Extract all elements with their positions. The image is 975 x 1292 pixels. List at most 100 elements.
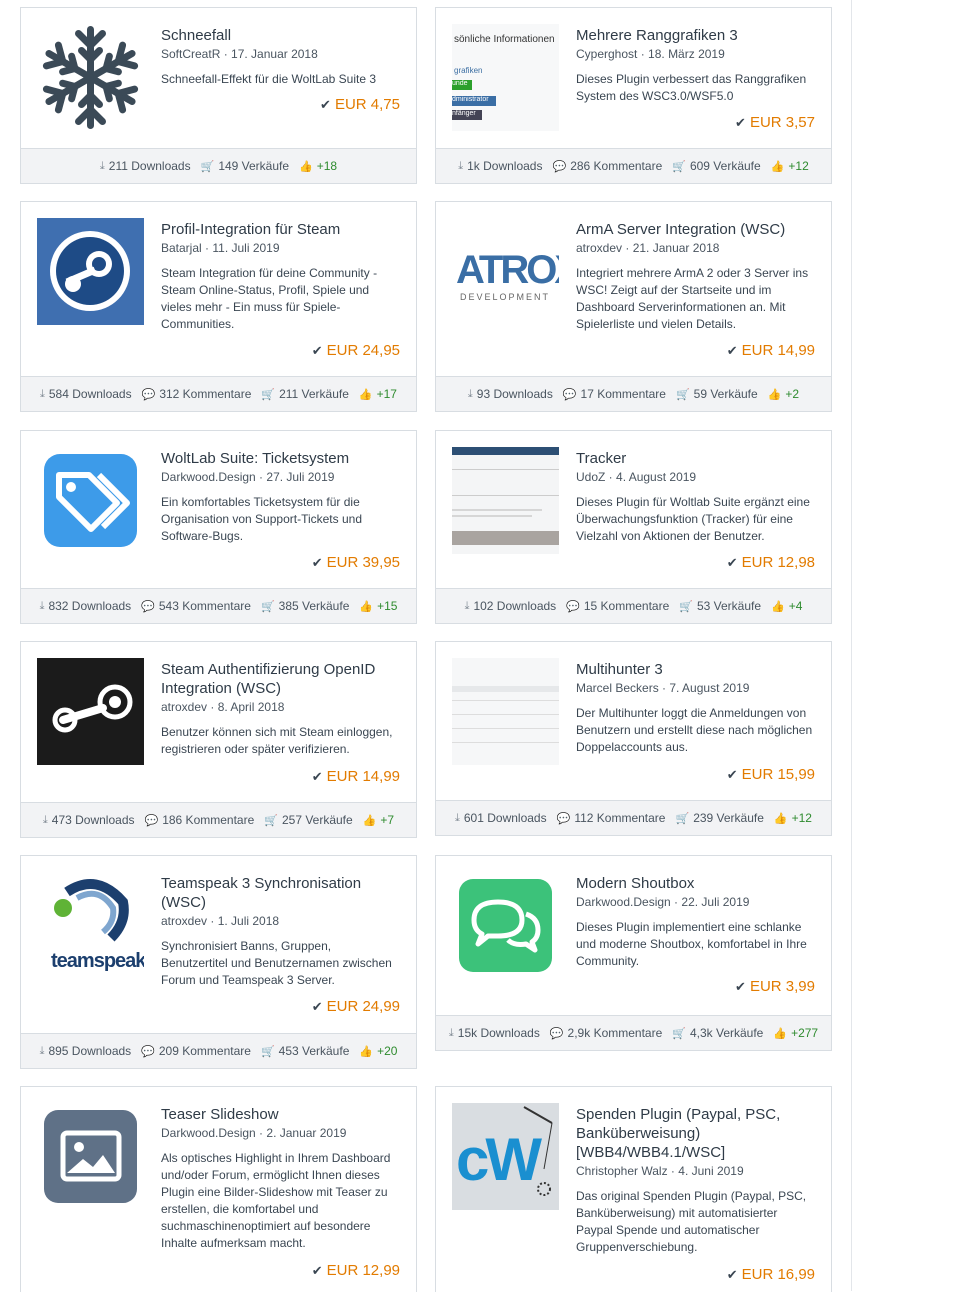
plugin-description: Integriert mehrere ArmA 2 oder 3 Server … (576, 266, 809, 331)
author-link[interactable]: Christopher Walz (576, 1164, 668, 1178)
chat-icon (452, 872, 559, 979)
date: 2. Januar 2019 (266, 1126, 347, 1140)
price: ✔ EUR 16,99 (726, 1266, 815, 1283)
price: ✔ EUR 3,99 (735, 978, 815, 995)
comments-icon: 💬 (144, 814, 159, 827)
plugin-title[interactable]: Steam Authentifizierung OpenID Integrati… (161, 660, 400, 698)
author-link[interactable]: Darkwood.Design (576, 895, 671, 909)
cw-logo: cW (452, 1103, 559, 1210)
date: 8. April 2018 (217, 700, 285, 714)
download-icon: ⤓ (40, 387, 45, 400)
card-footer: ⤓ 584 Downloads 💬 312 Kommentare 🛒 211 Verk… (21, 376, 416, 411)
comments-icon: 💬 (141, 600, 155, 613)
author-link[interactable]: Darkwood.Design (161, 1126, 256, 1140)
author-link[interactable]: Marcel Beckers (576, 681, 659, 695)
check-icon: ✔ (311, 1263, 323, 1278)
plugin-title[interactable]: Mehrere Ranggrafiken 3 (576, 26, 815, 45)
plugin-title[interactable]: WoltLab Suite: Ticketsystem (161, 449, 400, 468)
thumbs-up-icon: 👍 (359, 1045, 374, 1058)
card-footer: ⤓ 1k Downloads 💬 286 Kommentare 🛒 609 Verkä… (436, 148, 831, 183)
plugin-description: Das original Spenden Plugin (Paypal, PSC… (576, 1189, 807, 1254)
plugin-card[interactable]: cW Spenden Plugin (Paypal, PSC, Banküber… (435, 1086, 832, 1292)
plugin-title[interactable]: ArmA Server Integration (WSC) (576, 220, 815, 239)
plugin-title[interactable]: Spenden Plugin (Paypal, PSC, Banküberwei… (576, 1105, 815, 1162)
download-icon: ⤓ (458, 159, 464, 172)
plugin-title[interactable]: Tracker (576, 449, 815, 468)
plugin-card[interactable]: teamspeak Teamspeak 3 Synchronisation (W… (20, 855, 417, 1069)
plugin-card[interactable]: Schneefall SoftCreatR · 17. Januar 2018 … (20, 7, 417, 184)
author-link[interactable]: Cyperghost (576, 47, 637, 61)
tag-icon (37, 447, 144, 554)
check-icon: ✔ (311, 343, 323, 358)
check-icon: ✔ (726, 1267, 738, 1282)
download-icon: ⤓ (99, 159, 105, 172)
plugin-card[interactable]: WoltLab Suite: Ticketsystem Darkwood.Des… (20, 430, 417, 624)
thumbs-up-icon: 👍 (359, 600, 374, 613)
plugin-description: Ein komfortables Ticketsystem für die Or… (161, 495, 362, 543)
thumbs-up-icon: 👍 (773, 1027, 788, 1040)
thumbs-up-icon: 👍 (362, 814, 377, 827)
plugin-title[interactable]: Multihunter 3 (576, 660, 815, 679)
date: 11. Juli 2019 (212, 241, 280, 255)
check-icon: ✔ (320, 97, 331, 112)
card-footer: ⤓ 211 Downloads 🛒 149 Verkäufe 👍 +18 (21, 148, 416, 183)
plugin-description: Dieses Plugin für Woltlab Suite ergänzt … (576, 495, 810, 543)
multihunter-screenshot (452, 658, 559, 765)
check-icon: ✔ (311, 555, 323, 570)
cart-icon: 🛒 (679, 600, 693, 613)
plugin-title[interactable]: Schneefall (161, 26, 400, 45)
plugin-description: Steam Integration für deine Community - … (161, 266, 378, 331)
teamspeak-logo: teamspeak (37, 872, 144, 979)
date: 18. März 2019 (648, 47, 725, 61)
thumbs-up-icon: 👍 (771, 600, 785, 613)
author-link[interactable]: Batarjal (161, 241, 202, 255)
right-sidebar (851, 0, 975, 1291)
plugin-card[interactable]: Modern Shoutbox Darkwood.Design · 22. Ju… (435, 855, 832, 1051)
comments-icon: 💬 (552, 160, 567, 173)
price: ✔ EUR 15,99 (726, 766, 815, 783)
author-link[interactable]: atroxdev (576, 241, 622, 255)
download-icon: ⤓ (448, 1026, 454, 1039)
comments-icon: 💬 (566, 600, 580, 613)
price: ✔ EUR 39,95 (311, 554, 400, 571)
price: ✔ EUR 12,99 (311, 1262, 400, 1279)
steam-dark-logo (37, 658, 144, 765)
check-icon: ✔ (735, 979, 746, 994)
cart-icon: 🛒 (675, 388, 690, 401)
check-icon: ✔ (726, 555, 738, 570)
plugin-title[interactable]: Teamspeak 3 Synchronisation (WSC) (161, 874, 400, 912)
plugin-title[interactable]: Modern Shoutbox (576, 874, 815, 893)
snowflake-icon (37, 24, 144, 131)
price: ✔ EUR 14,99 (311, 768, 400, 785)
author-link[interactable]: atroxdev (161, 700, 207, 714)
plugin-title[interactable]: Profil-Integration für Steam (161, 220, 400, 239)
comments-icon: 💬 (556, 812, 571, 825)
thumbs-up-icon: 👍 (773, 812, 788, 825)
plugin-card[interactable]: Tracker UdoZ · 4. August 2019 Dieses Plu… (435, 430, 832, 624)
rank-screenshot: sönliche Informationen grafiken unde dmi… (452, 24, 559, 131)
image-icon (37, 1103, 144, 1210)
atrox-logo: ATROX DEVELOPMENT (452, 218, 559, 325)
author-link[interactable]: SoftCreatR (161, 47, 220, 61)
plugin-description: Synchronisiert Banns, Gruppen, Benutzert… (161, 939, 392, 987)
card-footer: ⤓ 832 Downloads 💬 543 Kommentare 🛒 385 Verk… (21, 588, 416, 623)
author-link[interactable]: atroxdev (161, 914, 207, 928)
date: 22. Juli 2019 (681, 895, 750, 909)
comments-icon: 💬 (141, 1045, 155, 1058)
plugin-card[interactable]: ATROX DEVELOPMENT ArmA Server Integratio… (435, 201, 832, 412)
author-link[interactable]: Darkwood.Design (161, 470, 256, 484)
plugin-card[interactable]: Steam Authentifizierung OpenID Integrati… (20, 641, 417, 838)
download-icon: ⤓ (42, 813, 48, 826)
plugin-card[interactable]: Profil-Integration für Steam Batarjal · … (20, 201, 417, 412)
plugin-card[interactable]: Teaser Slideshow Darkwood.Design · 2. Ja… (20, 1086, 417, 1292)
plugin-description: Als optisches Highlight in Ihrem Dashboa… (161, 1151, 391, 1250)
plugin-card[interactable]: Multihunter 3 Marcel Beckers · 7. August… (435, 641, 832, 836)
price: ✔ EUR 24,95 (311, 342, 400, 359)
plugin-title[interactable]: Teaser Slideshow (161, 1105, 400, 1124)
plugin-card[interactable]: sönliche Informationen grafiken unde dmi… (435, 7, 832, 184)
check-icon: ✔ (311, 769, 323, 784)
author-link[interactable]: UdoZ (576, 470, 605, 484)
comments-icon: 💬 (549, 1027, 564, 1040)
comments-icon: 💬 (562, 388, 577, 401)
plugin-description: Dieses Plugin verbessert das Ranggrafike… (576, 72, 807, 103)
